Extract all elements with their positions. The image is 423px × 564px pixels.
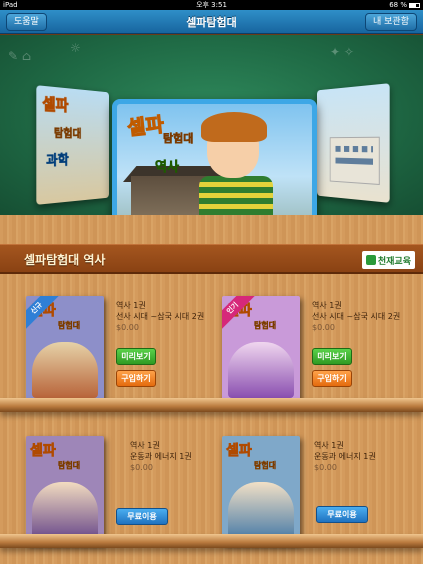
battery-percent: 68 %: [389, 1, 407, 9]
character-body: [199, 176, 273, 215]
book-cover[interactable]: 셀파 탐험대: [26, 436, 104, 544]
battery-icon: [409, 2, 420, 8]
cover-title: 셀파: [126, 112, 166, 141]
free-use-button[interactable]: 무료이용: [116, 508, 168, 525]
shelf-board: [0, 534, 423, 548]
book-price: $0.00: [130, 463, 153, 472]
buy-button[interactable]: 구입하기: [312, 370, 352, 387]
shelf-board: [0, 398, 423, 412]
preview-button[interactable]: 미리보기: [312, 348, 352, 365]
book-cover-illustration: [32, 342, 98, 398]
navigation-bar: 도움말 셀파탐험대 내 보관함: [0, 10, 423, 34]
book-cover-illustration: [228, 482, 294, 538]
publisher-name: 천재교육: [377, 256, 411, 267]
carousel-cover-history[interactable]: 셀파 탐험대 역사: [112, 99, 317, 215]
battery-indicator: 68 %: [389, 0, 420, 10]
chalk-doodle: ☼: [70, 41, 81, 55]
cover-title: 셀파: [42, 94, 69, 115]
character-hair: [201, 112, 267, 142]
book-cover-subtitle: 탐험대: [254, 321, 277, 330]
preview-button[interactable]: 미리보기: [116, 348, 156, 365]
buy-button[interactable]: 구입하기: [116, 370, 156, 387]
book-cover-illustration: [228, 342, 294, 398]
book-cover-illustration: [32, 482, 98, 538]
free-use-button[interactable]: 무료이용: [316, 506, 368, 523]
carousel-cover-science[interactable]: 셀파 탐험대 과학: [36, 85, 110, 205]
book-price: $0.00: [314, 463, 337, 472]
cover-subtitle: 탐험대: [53, 126, 82, 141]
publisher-logo-icon: [365, 255, 376, 265]
book-cover-subtitle: 탐험대: [58, 321, 81, 330]
book-subtitle: 선사 시대 ~삼국 시대 2권: [312, 312, 401, 321]
book-title: 역사 1권: [116, 301, 146, 310]
book-cover-subtitle: 탐험대: [254, 461, 277, 470]
my-library-button[interactable]: 내 보관함: [365, 13, 417, 31]
cover-subject: 역사: [155, 160, 180, 176]
book-cover-title: 셀파: [30, 443, 56, 460]
book-subtitle: 운동과 에너지 1권: [314, 452, 376, 461]
clock: 오후 3:51: [196, 1, 227, 9]
book-cover[interactable]: 셀파 탐험대 신규: [26, 296, 104, 404]
book-cover-subtitle: 탐험대: [58, 461, 81, 470]
book-price: $0.00: [312, 323, 335, 332]
status-bar: iPad 오후 3:51 68 %: [0, 0, 423, 10]
book-info: 역사 1권 운동과 에너지 1권 $0.00: [130, 440, 192, 473]
book-subtitle: 운동과 에너지 1권: [130, 452, 192, 461]
section-header: 셀파탐험대 역사 천재교육: [0, 244, 423, 274]
book-title: 역사 1권: [312, 301, 342, 310]
cover-subject: 과학: [46, 153, 69, 170]
publisher-logo: 천재교육: [361, 251, 415, 269]
book-cover[interactable]: 셀파 탐험대: [222, 436, 300, 544]
book-cover[interactable]: 셀파 탐험대 인기: [222, 296, 300, 404]
book-info: 역사 1권 선사 시대 ~삼국 시대 2권 $0.00: [312, 300, 400, 333]
book-info: 역사 1권 운동과 에너지 1권 $0.00: [314, 440, 376, 473]
page-title: 셀파탐험대: [186, 16, 237, 29]
carousel-cover-next[interactable]: [316, 83, 390, 203]
building-illustration: [329, 136, 380, 186]
book-title: 역사 1권: [130, 441, 160, 450]
cover-subtitle: 탐험대: [163, 132, 194, 146]
chalk-doodle: ✎ ⌂: [8, 49, 32, 63]
section-title: 셀파탐험대 역사: [24, 253, 106, 267]
book-cover-title: 셀파: [226, 443, 252, 460]
chalk-doodle: ✦ ✧: [330, 45, 354, 59]
book-info: 역사 1권 선사 시대 ~삼국 시대 2권 $0.00: [116, 300, 204, 333]
cover-carousel[interactable]: ✎ ⌂ ☼ ✦ ✧ ✐ 셀파 탐험대 과학 셀파 탐험대 역사: [0, 35, 423, 215]
book-title: 역사 1권: [314, 441, 344, 450]
book-subtitle: 선사 시대 ~삼국 시대 2권: [116, 312, 205, 321]
book-price: $0.00: [116, 323, 139, 332]
